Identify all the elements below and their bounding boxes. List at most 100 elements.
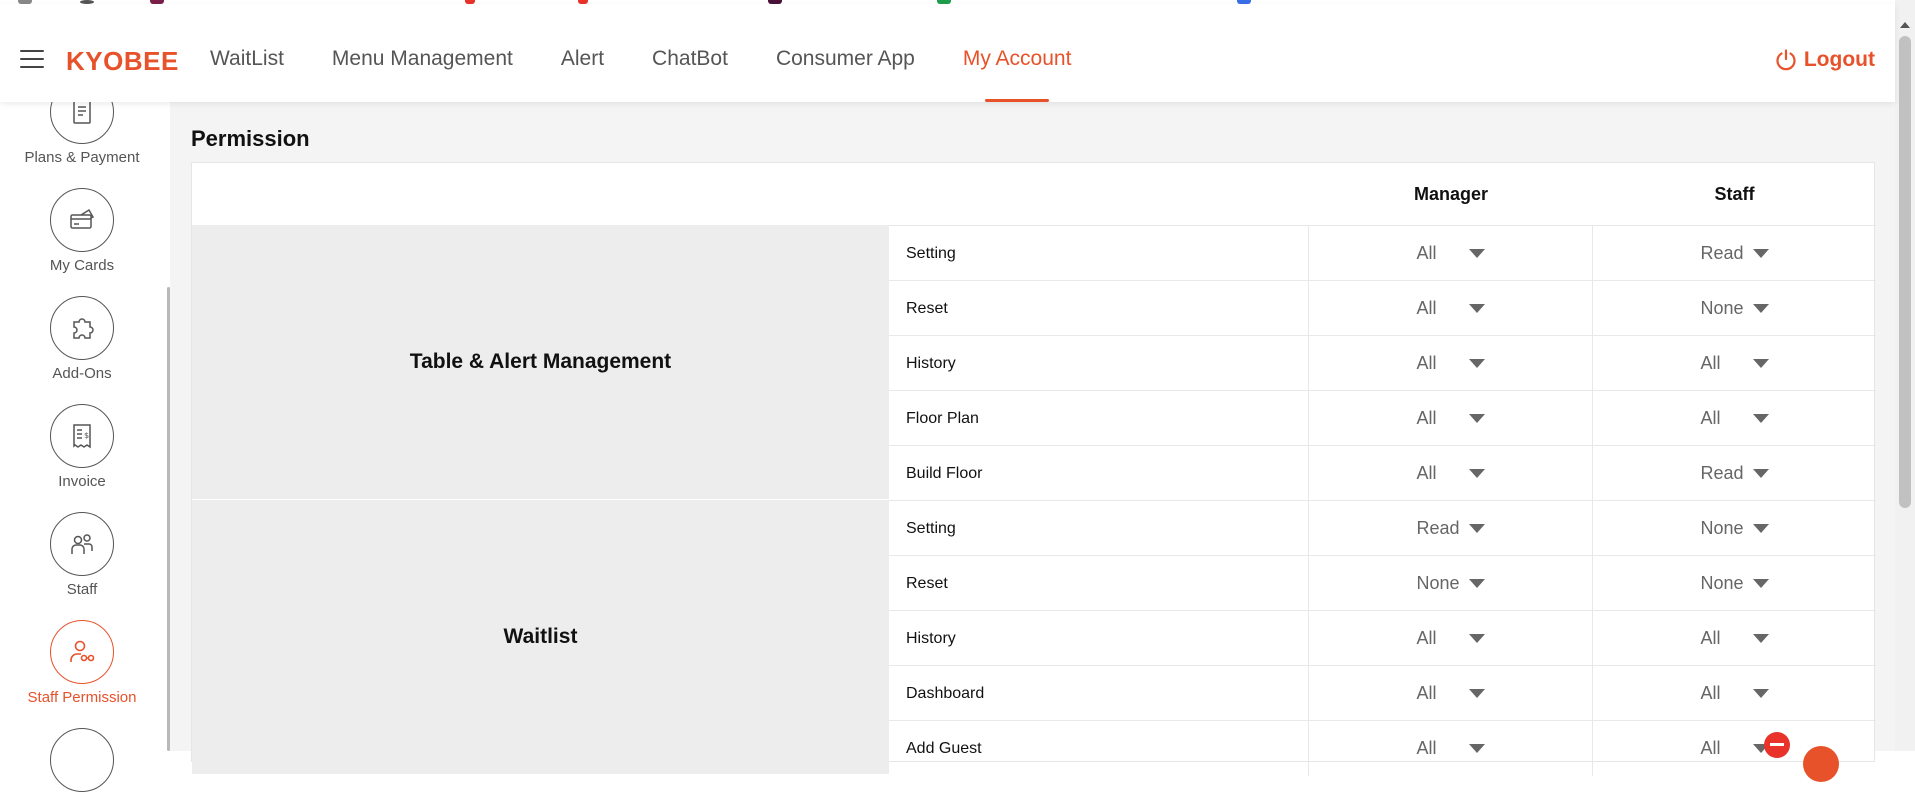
logout-button[interactable]: Logout: [1774, 48, 1875, 72]
staff-permission-select[interactable]: None: [1701, 298, 1769, 319]
selected-value: None: [1700, 518, 1744, 538]
selected-value: None: [1700, 298, 1744, 318]
caret-down-icon: [1752, 634, 1769, 643]
caret-down-icon: [1468, 579, 1485, 588]
power-icon: [1776, 49, 1796, 71]
staff-permission-select[interactable]: Read: [1701, 463, 1769, 484]
selected-value: All: [1700, 408, 1721, 428]
caret-down-icon: [1752, 249, 1769, 258]
selected-value: None: [1700, 573, 1744, 593]
nav-consumer-app[interactable]: Consumer App: [776, 4, 915, 102]
sidebar-item-my-cards[interactable]: My Cards: [0, 188, 164, 274]
group-label: Waitlist: [192, 500, 889, 775]
sidebar-item-label: Staff: [66, 581, 98, 598]
nav-waitlist[interactable]: WaitList: [210, 4, 284, 102]
staff-permission-select[interactable]: All: [1701, 683, 1769, 704]
manager-permission-select[interactable]: All: [1417, 408, 1485, 429]
table-row: History All All: [889, 335, 1876, 391]
group-label: Table & Alert Management: [192, 225, 889, 500]
table-row: Dashboard All All: [889, 665, 1876, 721]
caret-down-icon: [1752, 469, 1769, 478]
permission-name: Build Floor: [889, 446, 1309, 501]
caret-down-icon: [1752, 304, 1769, 313]
page-scrollbar[interactable]: [1895, 0, 1915, 751]
table-row: Setting Read None: [889, 500, 1876, 556]
manager-permission-select[interactable]: All: [1417, 628, 1485, 649]
staff-permission-select[interactable]: All: [1701, 738, 1769, 759]
sidebar-item-label: My Cards: [49, 257, 115, 274]
selected-value: All: [1416, 738, 1437, 758]
table-row: Reset None None: [889, 555, 1876, 611]
staff-icon: [71, 534, 93, 554]
staff-permission-select[interactable]: All: [1701, 353, 1769, 374]
staff-permission-select[interactable]: None: [1701, 573, 1769, 594]
table-row: History All All: [889, 610, 1876, 666]
hamburger-menu-icon[interactable]: [20, 50, 44, 68]
nav-menu-management[interactable]: Menu Management: [332, 4, 513, 102]
permission-name: Reset: [889, 281, 1309, 336]
sidebar-item-next[interactable]: [0, 728, 164, 792]
permission-name: History: [889, 611, 1309, 666]
manager-permission-select[interactable]: All: [1417, 353, 1485, 374]
nav-chatbot[interactable]: ChatBot: [652, 4, 728, 102]
caret-down-icon: [1468, 744, 1485, 753]
permission-name: Setting: [889, 226, 1309, 281]
nav-my-account[interactable]: My Account: [963, 4, 1071, 102]
selected-value: All: [1416, 298, 1437, 318]
top-header: KYOBEE WaitList Menu Management Alert Ch…: [0, 4, 1895, 102]
remove-widget-icon[interactable]: [1764, 732, 1790, 758]
manager-permission-select[interactable]: None: [1417, 573, 1485, 594]
selected-value: Read: [1700, 463, 1744, 483]
caret-down-icon: [1468, 524, 1485, 533]
sidebar-item-label: Add-Ons: [52, 365, 112, 382]
selected-value: All: [1416, 628, 1437, 648]
nav-alert[interactable]: Alert: [561, 4, 604, 102]
logout-label: Logout: [1803, 48, 1875, 71]
manager-permission-select[interactable]: Read: [1417, 518, 1485, 539]
selected-value: None: [1416, 573, 1460, 593]
brand-logo[interactable]: KYOBEE: [66, 46, 179, 77]
permission-name: Floor Plan: [889, 391, 1309, 446]
staff-permission-select[interactable]: None: [1701, 518, 1769, 539]
table-row: Add Guest All All: [889, 720, 1876, 776]
staff-permission-select[interactable]: Read: [1701, 243, 1769, 264]
staff-permission-icon: [70, 640, 95, 662]
scroll-up-icon[interactable]: [1900, 22, 1910, 28]
sidebar: Plans & Payment My Cards Add-Ons $ Invoi…: [0, 80, 170, 792]
caret-down-icon: [1752, 414, 1769, 423]
manager-permission-select[interactable]: All: [1417, 683, 1485, 704]
invoice-icon: $: [73, 424, 91, 449]
page-title: Permission: [191, 126, 310, 151]
main-nav: WaitList Menu Management Alert ChatBot C…: [210, 4, 1119, 102]
staff-permission-select[interactable]: All: [1701, 408, 1769, 429]
svg-text:$: $: [84, 431, 89, 440]
caret-down-icon: [1752, 689, 1769, 698]
manager-permission-select[interactable]: All: [1417, 738, 1485, 759]
caret-down-icon: [1752, 579, 1769, 588]
selected-value: All: [1416, 463, 1437, 483]
table-row: Setting All Read: [889, 225, 1876, 281]
manager-permission-select[interactable]: All: [1417, 463, 1485, 484]
scrollbar-thumb[interactable]: [1899, 36, 1911, 508]
selected-value: Read: [1416, 518, 1460, 538]
sidebar-item-label: Staff Permission: [27, 689, 137, 706]
staff-permission-select[interactable]: All: [1701, 628, 1769, 649]
selected-value: All: [1700, 738, 1721, 758]
permission-name: History: [889, 336, 1309, 391]
sidebar-item-staff-permission[interactable]: Staff Permission: [0, 620, 164, 706]
caret-down-icon: [1752, 524, 1769, 533]
caret-down-icon: [1752, 359, 1769, 368]
selected-value: Read: [1700, 243, 1744, 263]
sidebar-item-add-ons[interactable]: Add-Ons: [0, 296, 164, 382]
chat-widget-button[interactable]: [1803, 746, 1839, 782]
sidebar-item-invoice[interactable]: $ Invoice: [0, 404, 164, 490]
table-row: Floor Plan All All: [889, 390, 1876, 446]
caret-down-icon: [1468, 469, 1485, 478]
manager-permission-select[interactable]: All: [1417, 243, 1485, 264]
selected-value: All: [1700, 353, 1721, 373]
manager-permission-select[interactable]: All: [1417, 298, 1485, 319]
sidebar-item-staff[interactable]: Staff: [0, 512, 164, 598]
selected-value: All: [1700, 628, 1721, 648]
permission-name: Add Guest: [889, 721, 1309, 776]
caret-down-icon: [1468, 414, 1485, 423]
